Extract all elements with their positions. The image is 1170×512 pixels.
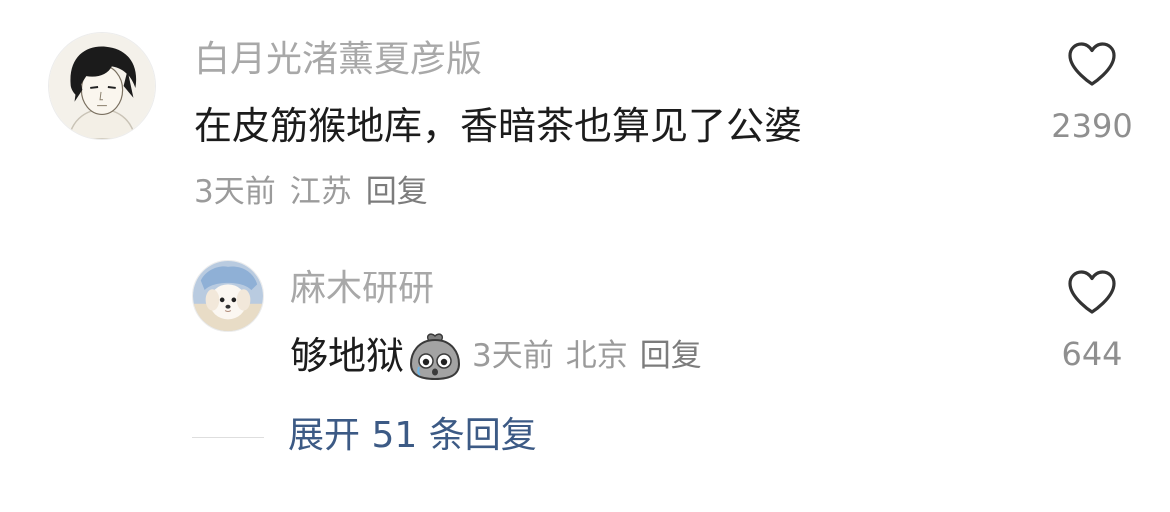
- like-count: 644: [1061, 335, 1123, 373]
- comment-text: 在皮筋猴地库，香暗茶也算见了公婆: [194, 104, 803, 148]
- commenter-username[interactable]: 白月光渚薰夏彦版: [194, 42, 482, 78]
- reply-meta: 3天前 北京 回复: [472, 337, 714, 374]
- comment-time: 3天前: [194, 174, 276, 210]
- comment-meta: 3天前 江苏 回复: [194, 177, 442, 208]
- expand-divider: [192, 437, 264, 438]
- comment-thread: 白月光渚薰夏彦版 在皮筋猴地库，香暗茶也算见了公婆 3天前 江苏 回复 2390 麻…: [0, 0, 1170, 512]
- reply-text: 够地狱: [290, 334, 405, 378]
- heart-icon[interactable]: [1066, 40, 1118, 88]
- reply-location: 北京: [565, 337, 628, 374]
- replier-avatar[interactable]: [192, 260, 264, 332]
- like-count: 2390: [1051, 107, 1133, 145]
- expand-replies-button[interactable]: 展开 51 条回复: [288, 418, 537, 454]
- anime-character-avatar-icon: [49, 33, 155, 139]
- reply-button[interactable]: 回复: [640, 338, 702, 374]
- puppy-avatar-icon: [193, 261, 263, 331]
- reply-content-row: 够地狱 3天前 北京 回复: [290, 331, 714, 381]
- replier-username[interactable]: 麻木研研: [290, 271, 434, 307]
- heart-icon[interactable]: [1066, 268, 1118, 316]
- reply-time: 3天前: [472, 337, 554, 374]
- reply-button[interactable]: 回复: [366, 174, 428, 210]
- crying-bag-emoji-icon: [406, 331, 464, 381]
- comment-location: 江苏: [289, 174, 352, 210]
- commenter-avatar[interactable]: [48, 32, 156, 140]
